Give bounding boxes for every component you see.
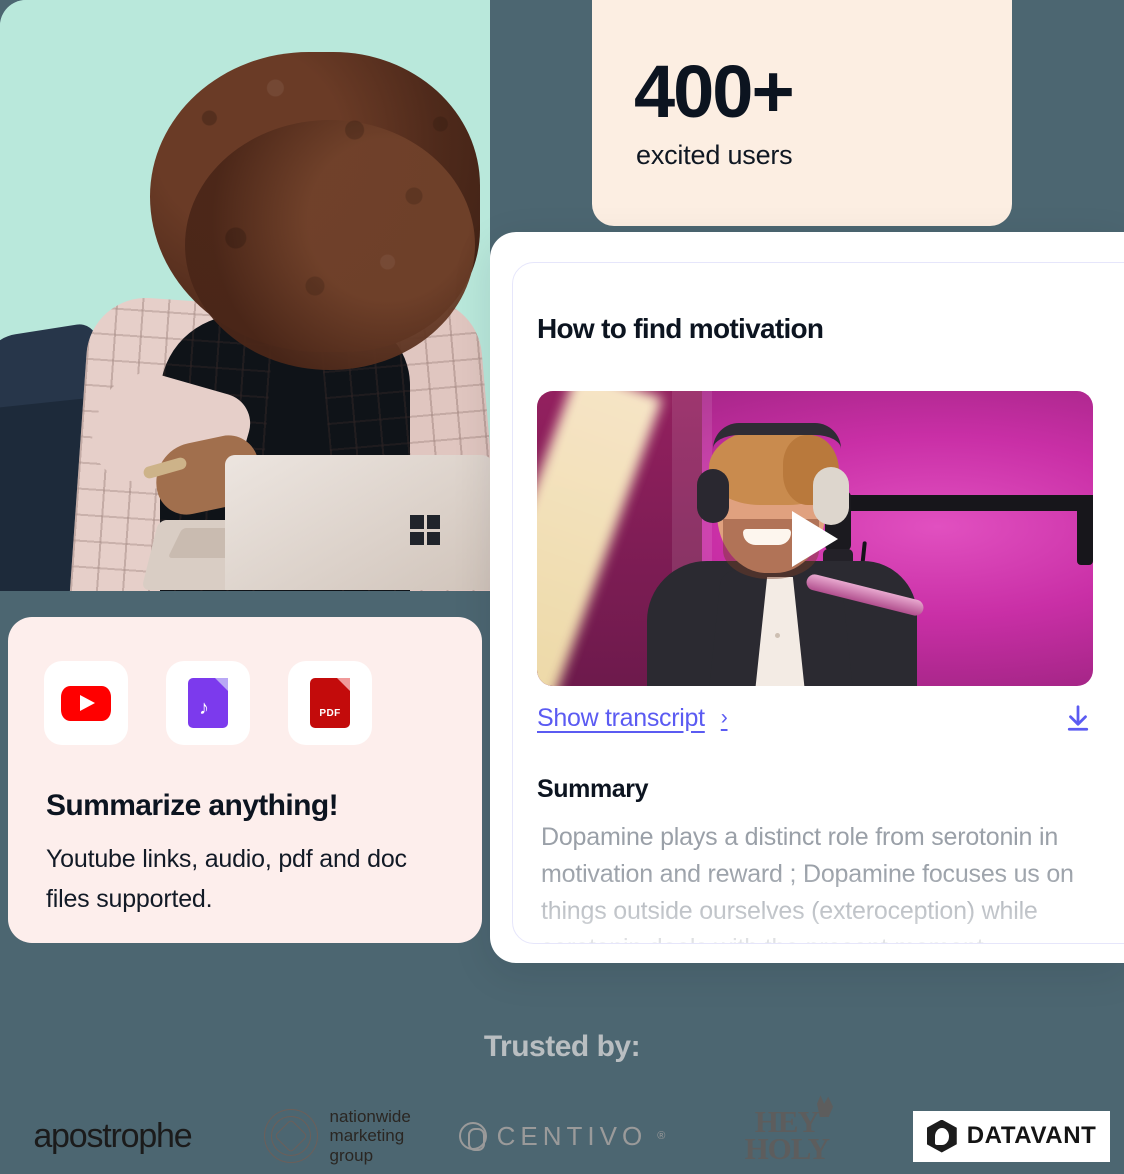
file-corner-fold	[215, 678, 228, 691]
youtube-icon	[61, 685, 111, 721]
windows-logo-icon	[410, 515, 440, 545]
summarize-description: Youtube links, audio, pdf and doc files …	[46, 845, 407, 913]
logo-datavant: DATAVANT	[899, 1110, 1124, 1162]
centivo-wordmark: CENTIVO	[496, 1120, 648, 1151]
stat-number: 400+	[634, 50, 795, 133]
logo-centivo: CENTIVO ®	[450, 1121, 675, 1152]
download-icon[interactable]	[1063, 703, 1093, 733]
logo-hey-holy: HEY HOLY	[674, 1095, 899, 1164]
music-note-glyph: ♪	[199, 697, 209, 719]
stat-card: 400+ excited users	[592, 0, 1012, 226]
headphone-band	[713, 423, 841, 449]
audio-tile[interactable]: ♪	[166, 661, 250, 745]
apostrophe-wordmark: apostrophe	[33, 1116, 192, 1155]
pdf-file-icon: PDF	[310, 678, 350, 728]
trusted-by-label: Trusted by:	[483, 1030, 641, 1063]
show-transcript-label: Show transcript	[537, 703, 705, 732]
pdf-tile[interactable]: PDF	[288, 661, 372, 745]
nmg-line-1: nationwide	[329, 1107, 411, 1127]
centivo-mark-icon	[458, 1122, 487, 1151]
supported-formats-tiles: ♪ PDF	[44, 661, 372, 745]
audio-file-icon: ♪	[188, 678, 228, 728]
registered-trademark-glyph: ®	[657, 1130, 666, 1142]
logo-apostrophe: apostrophe	[0, 1117, 225, 1156]
person-smile	[743, 529, 791, 545]
video-thumbnail[interactable]	[537, 391, 1093, 686]
datavant-hexagon-icon	[926, 1119, 957, 1153]
summary-card-inner: How to find motivation Show transcript ›…	[512, 262, 1124, 944]
datavant-wordmark: DATAVANT	[966, 1122, 1097, 1149]
trusted-by-logos: apostrophe nationwide marketing group CE…	[0, 1095, 1124, 1174]
woman-laptop-photo	[0, 0, 490, 591]
summary-card: How to find motivation Show transcript ›…	[490, 232, 1124, 963]
laptop-lid	[225, 455, 490, 590]
summary-heading: Summary	[537, 775, 649, 803]
headphone-cup-left	[697, 469, 729, 523]
summary-text: Dopamine plays a distinct role from sero…	[541, 823, 1074, 943]
play-icon[interactable]	[792, 510, 838, 567]
hey-holy-line-2: HOLY	[744, 1131, 830, 1166]
transcript-row: Show transcript ›	[537, 703, 1093, 733]
show-transcript-link[interactable]: Show transcript ›	[537, 704, 728, 733]
hey-holy-wordmark: HEY HOLY	[745, 1095, 834, 1164]
summarize-heading: Summarize anything!	[46, 789, 339, 822]
stat-label: excited users	[636, 140, 793, 170]
youtube-tile[interactable]	[44, 661, 128, 745]
pdf-label: PDF	[319, 708, 341, 719]
chevron-right-icon: ›	[720, 706, 728, 729]
video-title: How to find motivation	[537, 313, 824, 344]
nationwide-wordmark: nationwide marketing group	[330, 1107, 411, 1164]
jacket-button	[775, 633, 780, 638]
logo-nationwide-marketing-group: nationwide marketing group	[225, 1107, 450, 1165]
file-corner-fold	[337, 678, 350, 691]
summarize-card: ♪ PDF Summarize anything! Youtube links,…	[8, 617, 482, 943]
nmg-line-3: group	[329, 1145, 374, 1165]
promo-screenshot: 400+ excited users How to find motivatio…	[0, 0, 1124, 1174]
mic-boom-arm-vertical	[1077, 495, 1093, 565]
cat-icon	[817, 1095, 834, 1118]
mic-boom-arm	[837, 495, 1093, 511]
nmg-line-2: marketing	[329, 1126, 405, 1146]
globe-icon	[263, 1109, 318, 1163]
